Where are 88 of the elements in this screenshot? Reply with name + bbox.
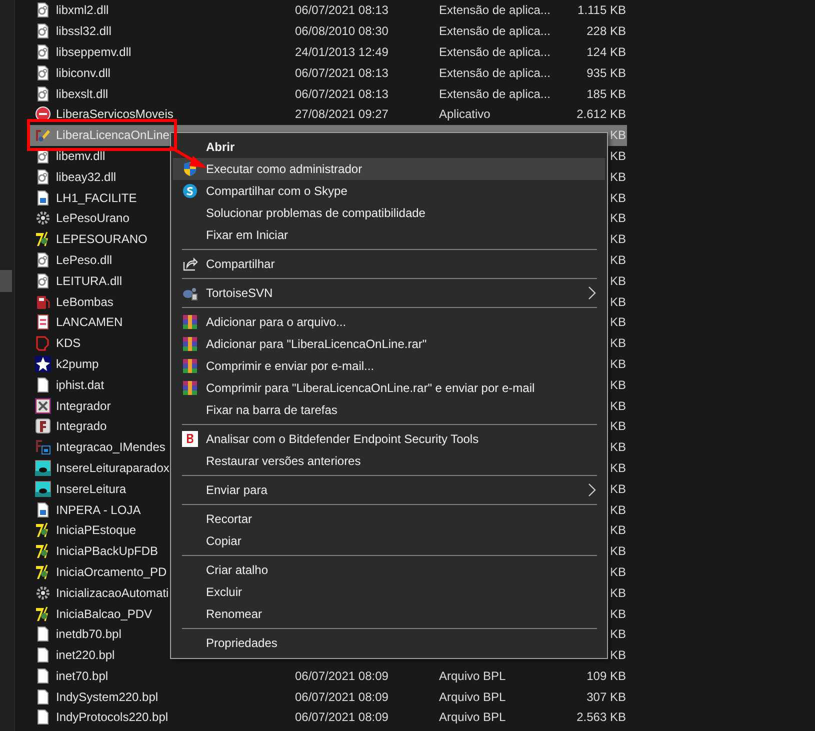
file-size: KB <box>610 398 626 413</box>
file-size: KB <box>610 419 626 434</box>
file-size: KB <box>610 148 626 163</box>
file-size: 109 KB <box>586 668 626 683</box>
file-name: IndyProtocols220.bpl <box>56 710 168 724</box>
file-name: libiconv.dll <box>56 66 110 80</box>
file-size: KB <box>610 190 626 205</box>
file-name: libeay32.dll <box>56 170 116 184</box>
file-name: LH1_FACILITE <box>56 190 137 205</box>
file-date: 06/07/2021 08:13 <box>295 66 388 80</box>
file-type: Extensão de aplica... <box>439 66 550 80</box>
file-name: libexslt.dll <box>56 86 108 101</box>
file-size: 228 KB <box>586 24 626 38</box>
file-size: KB <box>610 211 626 226</box>
file-name: LePeso.dll <box>56 252 112 267</box>
file-type: Aplicativo <box>439 107 490 122</box>
file-name: InsereLeituraparadox <box>56 460 170 475</box>
file-size: KB <box>610 523 626 538</box>
file-name: LeBombas <box>56 294 114 309</box>
file-size: KB <box>610 356 626 371</box>
file-size: KB <box>610 294 626 309</box>
file-size: KB <box>610 648 626 662</box>
file-size: KB <box>610 378 626 392</box>
file-size: KB <box>610 586 626 600</box>
file-size: KB <box>610 252 626 267</box>
file-size: KB <box>610 315 626 330</box>
file-date: 06/07/2021 08:09 <box>295 710 388 724</box>
file-size: 935 KB <box>586 66 626 80</box>
file-size: 2.563 KB <box>576 710 626 724</box>
file-size: KB <box>610 482 626 496</box>
file-type: Arquivo BPL <box>439 690 506 704</box>
file-name: IndySystem220.bpl <box>56 690 158 704</box>
file-name: iphist.dat <box>56 378 104 392</box>
file-name: libxml2.dll <box>56 3 109 18</box>
file-name: inetdb70.bpl <box>56 627 122 642</box>
file-size: KB <box>610 232 626 246</box>
file-size: KB <box>610 460 626 475</box>
file-name: libemv.dll <box>56 148 106 163</box>
file-size: KB <box>610 128 626 142</box>
file-size: KB <box>610 627 626 642</box>
file-type: Extensão de aplica... <box>439 3 550 18</box>
file-type: Extensão de aplica... <box>439 24 550 38</box>
file-name: Integrador <box>56 398 111 413</box>
file-size: 124 KB <box>586 44 626 59</box>
file-type: Arquivo BPL <box>439 710 506 724</box>
file-size: 185 KB <box>586 86 626 101</box>
file-name: LePesoUrano <box>56 211 130 226</box>
file-date: 27/08/2021 09:27 <box>295 107 388 122</box>
file-name: LiberaServicosMoveis <box>56 107 174 122</box>
file-type: Extensão de aplica... <box>439 86 550 101</box>
file-name: LEPESOURANO <box>56 232 148 246</box>
file-date: 24/01/2013 12:49 <box>295 44 388 59</box>
file-name: InsereLeitura <box>56 482 126 496</box>
file-name: inet70.bpl <box>56 668 108 683</box>
file-date: 06/07/2021 08:09 <box>295 690 388 704</box>
file-size: KB <box>610 502 626 517</box>
file-name: IniciaOrcamento_PD <box>56 564 167 579</box>
file-date: 06/07/2021 08:13 <box>295 86 388 101</box>
file-name: libseppemv.dll <box>56 44 132 59</box>
file-name: libssl32.dll <box>56 24 112 38</box>
file-size: 1.115 KB <box>578 3 626 18</box>
file-name: LANCAMEN <box>56 315 123 330</box>
file-size: 2.612 KB <box>576 107 626 122</box>
file-size: KB <box>610 336 626 350</box>
file-name: LEITURA.dll <box>56 274 122 288</box>
file-size: KB <box>610 274 626 288</box>
file-name: INPERA - LOJA <box>56 502 141 517</box>
file-date: 06/07/2021 08:13 <box>295 3 388 18</box>
file-type: Arquivo BPL <box>439 668 506 683</box>
file-size: KB <box>610 564 626 579</box>
file-date: 06/08/2010 08:30 <box>295 24 388 38</box>
file-name: IniciaPBackUpFDB <box>56 544 158 558</box>
file-name: LiberaLicencaOnLine <box>56 128 170 142</box>
file-name: inet220.bpl <box>56 648 115 662</box>
file-name: Integracao_IMendes <box>56 440 166 454</box>
file-name: IniciaPEstoque <box>56 523 136 538</box>
file-size: KB <box>610 544 626 558</box>
file-name: k2pump <box>56 356 99 371</box>
file-size: 307 KB <box>586 690 626 704</box>
file-date: 06/07/2021 08:09 <box>295 668 388 683</box>
file-name: IniciaBalcao_PDV <box>56 606 152 620</box>
file-name: KDS <box>56 336 81 350</box>
file-size: KB <box>610 606 626 620</box>
file-size: KB <box>610 170 626 184</box>
file-type: Extensão de aplica... <box>439 44 550 59</box>
file-name: InicializacaoAutomati <box>56 586 169 600</box>
file-name: Integrado <box>56 419 107 434</box>
file-size: KB <box>610 440 626 454</box>
